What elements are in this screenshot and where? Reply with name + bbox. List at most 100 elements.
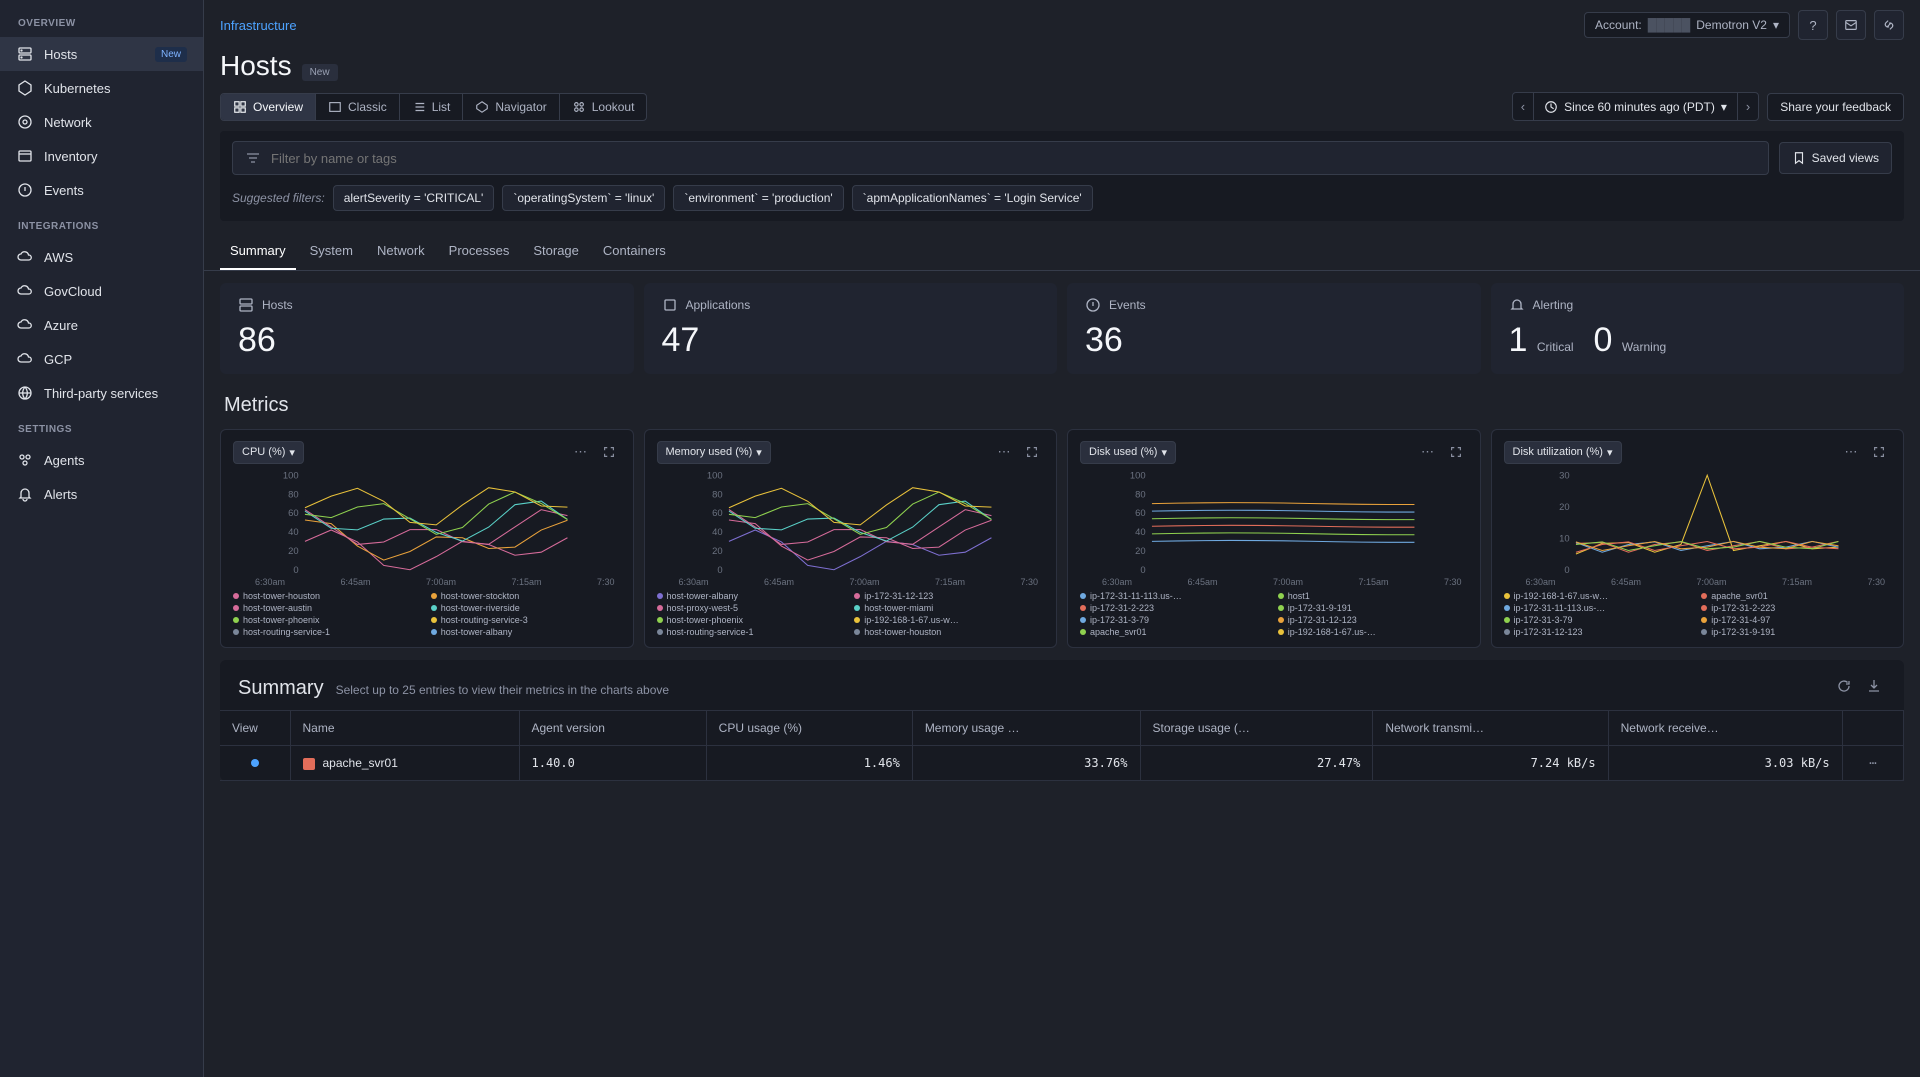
- legend-item[interactable]: ip-192-168-1-67.us-w…: [854, 615, 1044, 625]
- legend-item[interactable]: apache_svr01: [1701, 591, 1891, 601]
- refresh-button[interactable]: [1832, 674, 1856, 698]
- sidebar-item-hosts[interactable]: Hosts New: [0, 37, 203, 71]
- sidebar-item-inventory[interactable]: Inventory: [0, 139, 203, 173]
- filter-chip[interactable]: `environment` = 'production': [673, 185, 843, 211]
- legend-item[interactable]: ip-192-168-1-67.us-w…: [1504, 591, 1694, 601]
- sidebar-item-third-party[interactable]: Third-party services: [0, 376, 203, 410]
- row-more-button[interactable]: ⋯: [1869, 756, 1876, 770]
- sidebar-item-azure[interactable]: Azure: [0, 308, 203, 342]
- chart-metric-dropdown[interactable]: Disk used (%) ▾: [1080, 441, 1176, 464]
- legend-item[interactable]: host-tower-albany: [431, 627, 621, 637]
- legend-item[interactable]: host-tower-riverside: [431, 603, 621, 613]
- saved-views-button[interactable]: Saved views: [1779, 142, 1892, 174]
- table-column-header[interactable]: Agent version: [519, 711, 706, 746]
- sidebar-item-agents[interactable]: Agents: [0, 443, 203, 477]
- legend-item[interactable]: host-routing-service-1: [233, 627, 423, 637]
- time-prev-button[interactable]: ‹: [1513, 93, 1534, 120]
- table-column-header[interactable]: Storage usage (…: [1140, 711, 1373, 746]
- kubernetes-icon: [16, 79, 34, 97]
- view-overview[interactable]: Overview: [221, 94, 316, 120]
- legend-item[interactable]: host-routing-service-3: [431, 615, 621, 625]
- sidebar-item-label: Agents: [44, 453, 84, 468]
- chart-metric-dropdown[interactable]: Disk utilization (%) ▾: [1504, 441, 1622, 464]
- legend-item[interactable]: host-tower-austin: [233, 603, 423, 613]
- legend-item[interactable]: host-tower-phoenix: [233, 615, 423, 625]
- more-button[interactable]: ⋯: [1416, 440, 1440, 464]
- sidebar-item-aws[interactable]: AWS: [0, 240, 203, 274]
- legend-item[interactable]: apache_svr01: [1080, 627, 1270, 637]
- legend-item[interactable]: host-proxy-west-5: [657, 603, 847, 613]
- feedback-button[interactable]: Share your feedback: [1767, 93, 1904, 121]
- table-column-header[interactable]: [1842, 711, 1903, 746]
- table-column-header[interactable]: Name: [290, 711, 519, 746]
- time-range-button[interactable]: Since 60 minutes ago (PDT) ▾: [1534, 94, 1737, 120]
- view-classic[interactable]: Classic: [316, 94, 400, 120]
- breadcrumb-link[interactable]: Infrastructure: [220, 18, 297, 33]
- legend-item[interactable]: ip-172-31-3-79: [1504, 615, 1694, 625]
- legend-item[interactable]: host1: [1278, 591, 1468, 601]
- legend-item[interactable]: ip-172-31-4-97: [1701, 615, 1891, 625]
- table-column-header[interactable]: View: [220, 711, 290, 746]
- legend-item[interactable]: host-routing-service-1: [657, 627, 847, 637]
- legend-item[interactable]: ip-172-31-12-123: [1278, 615, 1468, 625]
- legend-item[interactable]: ip-192-168-1-67.us-…: [1278, 627, 1468, 637]
- legend-item[interactable]: ip-172-31-12-123: [854, 591, 1044, 601]
- tab-containers[interactable]: Containers: [593, 233, 676, 270]
- more-button[interactable]: ⋯: [569, 440, 593, 464]
- search-input[interactable]: [271, 151, 1756, 166]
- host-name-cell[interactable]: apache_svr01: [290, 746, 519, 781]
- legend-item[interactable]: ip-172-31-9-191: [1701, 627, 1891, 637]
- expand-button[interactable]: [1020, 440, 1044, 464]
- legend-item[interactable]: host-tower-phoenix: [657, 615, 847, 625]
- tab-processes[interactable]: Processes: [439, 233, 520, 270]
- mail-button[interactable]: [1836, 10, 1866, 40]
- help-button[interactable]: ?: [1798, 10, 1828, 40]
- filter-chip[interactable]: alertSeverity = 'CRITICAL': [333, 185, 495, 211]
- view-lookout[interactable]: Lookout: [560, 94, 647, 120]
- legend-item[interactable]: ip-172-31-11-113.us-…: [1080, 591, 1270, 601]
- account-selector[interactable]: Account: █████ Demotron V2 ▾: [1584, 12, 1790, 38]
- link-button[interactable]: [1874, 10, 1904, 40]
- legend-item[interactable]: ip-172-31-2-223: [1701, 603, 1891, 613]
- legend-item[interactable]: host-tower-albany: [657, 591, 847, 601]
- table-row[interactable]: apache_svr01 1.40.0 1.46% 33.76% 27.47% …: [220, 746, 1904, 781]
- legend-item[interactable]: host-tower-miami: [854, 603, 1044, 613]
- filter-chip[interactable]: `operatingSystem` = 'linux': [502, 185, 665, 211]
- chart-metric-dropdown[interactable]: CPU (%) ▾: [233, 441, 304, 464]
- legend-item[interactable]: ip-172-31-12-123: [1504, 627, 1694, 637]
- sidebar-item-govcloud[interactable]: GovCloud: [0, 274, 203, 308]
- tab-storage[interactable]: Storage: [523, 233, 589, 270]
- legend-item[interactable]: ip-172-31-3-79: [1080, 615, 1270, 625]
- expand-button[interactable]: [1867, 440, 1891, 464]
- legend-item[interactable]: ip-172-31-11-113.us-…: [1504, 603, 1694, 613]
- sidebar-item-kubernetes[interactable]: Kubernetes: [0, 71, 203, 105]
- expand-button[interactable]: [1444, 440, 1468, 464]
- download-button[interactable]: [1862, 674, 1886, 698]
- sidebar-item-gcp[interactable]: GCP: [0, 342, 203, 376]
- filter-chip[interactable]: `apmApplicationNames` = 'Login Service': [852, 185, 1093, 211]
- tab-system[interactable]: System: [300, 233, 363, 270]
- table-column-header[interactable]: Memory usage …: [912, 711, 1140, 746]
- time-next-button[interactable]: ›: [1737, 93, 1758, 120]
- table-column-header[interactable]: Network transmi…: [1373, 711, 1608, 746]
- expand-button[interactable]: [597, 440, 621, 464]
- tab-summary[interactable]: Summary: [220, 233, 296, 270]
- tab-network[interactable]: Network: [367, 233, 435, 270]
- sidebar-item-alerts[interactable]: Alerts: [0, 477, 203, 511]
- legend-item[interactable]: ip-172-31-2-223: [1080, 603, 1270, 613]
- more-button[interactable]: ⋯: [992, 440, 1016, 464]
- legend-item[interactable]: host-tower-stockton: [431, 591, 621, 601]
- sidebar-item-network[interactable]: Network: [0, 105, 203, 139]
- legend-item[interactable]: host-tower-houston: [854, 627, 1044, 637]
- legend-item[interactable]: host-tower-houston: [233, 591, 423, 601]
- legend-item[interactable]: ip-172-31-9-191: [1278, 603, 1468, 613]
- chart-metric-dropdown[interactable]: Memory used (%) ▾: [657, 441, 771, 464]
- table-column-header[interactable]: CPU usage (%): [706, 711, 912, 746]
- ellipsis-icon: ⋯: [1845, 444, 1858, 460]
- more-button[interactable]: ⋯: [1839, 440, 1863, 464]
- view-navigator[interactable]: Navigator: [463, 94, 559, 120]
- summary-title: Summary: [238, 677, 324, 700]
- view-list[interactable]: List: [400, 94, 464, 120]
- table-column-header[interactable]: Network receive…: [1608, 711, 1842, 746]
- sidebar-item-events[interactable]: Events: [0, 173, 203, 207]
